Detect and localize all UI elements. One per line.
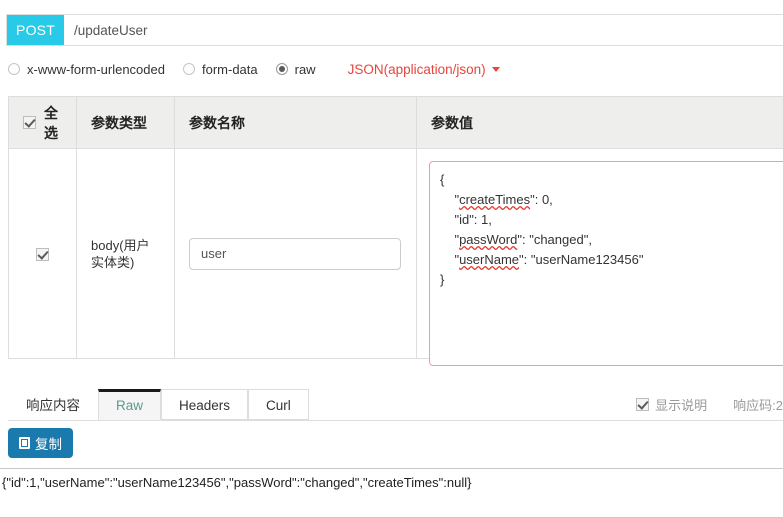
tab-raw[interactable]: Raw <box>98 389 161 420</box>
json-val-createTimes: 0, <box>542 192 553 207</box>
json-line-1: "id": 1, <box>440 212 492 227</box>
response-code-label: 响应码:2 <box>733 395 783 414</box>
radio-label-raw: raw <box>295 62 316 77</box>
show-description-label: 显示说明 <box>655 395 707 414</box>
chevron-down-icon <box>492 67 500 72</box>
tab-curl[interactable]: Curl <box>248 389 309 420</box>
json-body-textarea[interactable]: { "createTimes": 0, "id": 1, "passWord":… <box>429 161 783 366</box>
param-name-input[interactable] <box>189 238 401 270</box>
body-type-radio-group: x-www-form-urlencoded form-data raw JSON… <box>8 58 500 80</box>
table-row: body(用户实体类) { "createTimes": 0, "id": 1,… <box>9 149 783 359</box>
tab-headers[interactable]: Headers <box>161 389 248 420</box>
copy-button[interactable]: 复制 <box>8 428 73 458</box>
response-section-label: 响应内容 <box>8 389 98 420</box>
row-select-cell <box>9 149 77 359</box>
json-key-userName: userName <box>459 252 519 267</box>
json-line-2: "passWord": "changed", <box>440 232 592 247</box>
json-val-passWord: "changed", <box>529 232 592 247</box>
radio-label-x-www-form-urlencoded: x-www-form-urlencoded <box>27 62 165 77</box>
content-type-label: JSON(application/json) <box>348 62 486 77</box>
params-table: 全选 参数类型 参数名称 参数值 body(用户实体类) { "createTi… <box>8 96 783 359</box>
column-header-select-all-label: 全选 <box>44 103 62 143</box>
json-open-brace: { <box>440 172 444 187</box>
row-param-type: body(用户实体类) <box>77 149 175 359</box>
json-val-id: 1, <box>481 212 492 227</box>
response-tab-bar: 响应内容 Raw Headers Curl 显示说明 响应码:2 <box>8 389 783 421</box>
json-key-id: id <box>459 212 469 227</box>
table-header-row: 全选 参数类型 参数名称 参数值 <box>9 97 783 149</box>
json-key-passWord: passWord <box>459 232 517 247</box>
column-header-select-all: 全选 <box>9 97 77 149</box>
response-tab-right-controls: 显示说明 响应码:2 <box>636 389 783 420</box>
radio-icon-raw[interactable] <box>276 63 288 75</box>
json-close-brace: } <box>440 272 444 287</box>
column-header-param-value: 参数值 <box>417 97 783 149</box>
radio-icon-form-data[interactable] <box>183 63 195 75</box>
column-header-param-name: 参数名称 <box>175 97 417 149</box>
row-param-value-cell: { "createTimes": 0, "id": 1, "passWord":… <box>417 149 783 359</box>
radio-option-x-www-form-urlencoded[interactable]: x-www-form-urlencoded <box>8 62 165 77</box>
radio-label-form-data: form-data <box>202 62 258 77</box>
json-line-3: "userName": "userName123456" <box>440 252 643 267</box>
copy-button-label: 复制 <box>35 433 62 453</box>
json-line-0: "createTimes": 0, <box>440 192 553 207</box>
show-description-checkbox[interactable] <box>636 398 649 411</box>
row-checkbox[interactable] <box>36 248 49 261</box>
select-all-checkbox[interactable] <box>23 116 36 129</box>
copy-icon <box>19 437 30 449</box>
show-description-toggle[interactable]: 显示说明 <box>636 395 707 414</box>
content-type-dropdown[interactable]: JSON(application/json) <box>348 62 500 77</box>
radio-icon-x-www-form-urlencoded[interactable] <box>8 63 20 75</box>
json-val-userName: "userName123456" <box>531 252 644 267</box>
request-url-input[interactable] <box>64 15 783 45</box>
http-method-badge[interactable]: POST <box>7 15 64 45</box>
request-url-bar: POST <box>6 14 783 46</box>
row-param-name-cell <box>175 149 417 359</box>
radio-option-form-data[interactable]: form-data <box>183 62 258 77</box>
column-header-param-type: 参数类型 <box>77 97 175 149</box>
radio-option-raw[interactable]: raw <box>276 62 316 77</box>
json-key-createTimes: createTimes <box>459 192 530 207</box>
